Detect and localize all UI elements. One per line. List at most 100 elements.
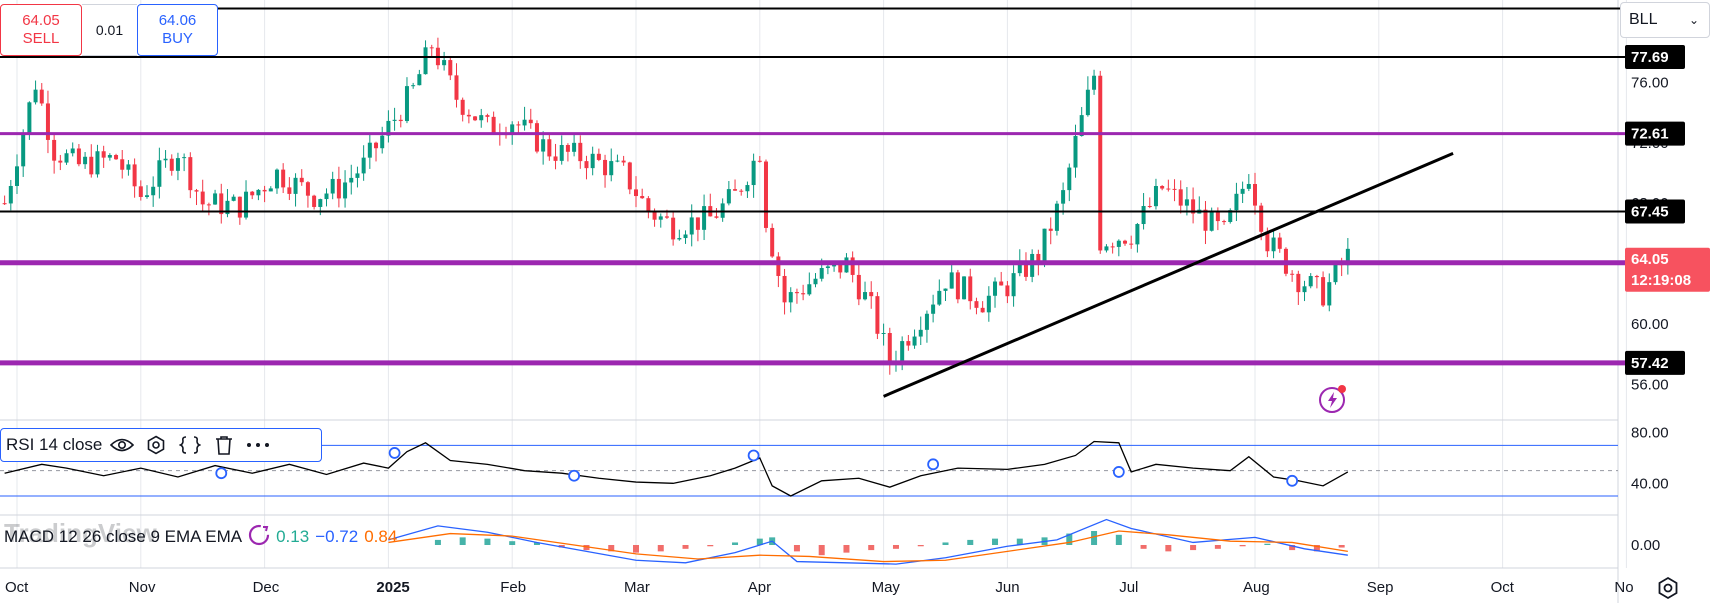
candle-body[interactable] bbox=[442, 60, 447, 66]
candle-body[interactable] bbox=[1042, 228, 1047, 263]
candle-body[interactable] bbox=[1296, 273, 1301, 293]
candle-body[interactable] bbox=[863, 292, 868, 300]
candle-body[interactable] bbox=[813, 278, 818, 285]
candle-body[interactable] bbox=[788, 292, 793, 303]
candle-body[interactable] bbox=[423, 47, 428, 75]
candle-body[interactable] bbox=[541, 139, 546, 152]
candle-body[interactable] bbox=[39, 89, 44, 104]
candle-body[interactable] bbox=[609, 161, 614, 176]
candle-body[interactable] bbox=[652, 211, 657, 220]
candle-body[interactable] bbox=[553, 156, 558, 161]
more-icon[interactable] bbox=[244, 431, 272, 459]
candle-body[interactable] bbox=[169, 158, 174, 171]
candle-body[interactable] bbox=[1259, 205, 1264, 232]
candle-body[interactable] bbox=[931, 304, 936, 314]
candle-body[interactable] bbox=[695, 217, 700, 230]
candle-body[interactable] bbox=[1290, 273, 1295, 275]
candle-body[interactable] bbox=[1048, 228, 1053, 231]
candle-body[interactable] bbox=[107, 155, 112, 158]
candle-body[interactable] bbox=[751, 160, 756, 186]
candle-body[interactable] bbox=[596, 153, 601, 160]
candle-body[interactable] bbox=[58, 160, 63, 163]
candle-body[interactable] bbox=[980, 307, 985, 313]
candle-body[interactable] bbox=[1215, 211, 1220, 222]
candle-body[interactable] bbox=[8, 185, 13, 204]
candle-body[interactable] bbox=[349, 177, 354, 183]
candle-body[interactable] bbox=[1166, 188, 1171, 190]
candle-body[interactable] bbox=[1178, 189, 1183, 206]
candle-body[interactable] bbox=[1011, 273, 1016, 297]
rsi-marker[interactable] bbox=[388, 447, 401, 459]
rsi-marker[interactable] bbox=[1112, 466, 1125, 478]
candle-body[interactable] bbox=[825, 266, 830, 269]
macd-pane[interactable] bbox=[388, 518, 1348, 565]
candle-body[interactable] bbox=[794, 292, 799, 294]
candle-body[interactable] bbox=[1123, 240, 1128, 244]
candle-body[interactable] bbox=[918, 329, 923, 337]
candle-body[interactable] bbox=[1308, 276, 1313, 287]
candle-body[interactable] bbox=[850, 257, 855, 275]
candle-body[interactable] bbox=[1184, 199, 1189, 206]
candle-body[interactable] bbox=[188, 157, 193, 191]
candle-body[interactable] bbox=[1141, 206, 1146, 225]
candle-body[interactable] bbox=[398, 119, 403, 122]
candle-body[interactable] bbox=[83, 156, 88, 165]
candle-body[interactable] bbox=[1203, 209, 1208, 231]
candle-body[interactable] bbox=[101, 151, 106, 158]
candle-body[interactable] bbox=[702, 206, 707, 230]
sell-button[interactable]: 64.05 SELL bbox=[0, 4, 82, 56]
candle-body[interactable] bbox=[237, 196, 242, 218]
candle-body[interactable] bbox=[590, 153, 595, 169]
symbol-dropdown[interactable]: BLL ⌄ bbox=[1620, 2, 1710, 38]
candle-body[interactable] bbox=[21, 133, 26, 167]
candle-body[interactable] bbox=[714, 216, 719, 218]
candle-body[interactable] bbox=[763, 161, 768, 228]
candle-body[interactable] bbox=[200, 191, 205, 205]
rsi-marker[interactable] bbox=[927, 458, 940, 471]
candle-body[interactable] bbox=[689, 217, 694, 235]
candle-body[interactable] bbox=[473, 116, 478, 121]
candle-body[interactable] bbox=[485, 115, 490, 117]
candle-body[interactable] bbox=[144, 195, 149, 197]
candle-body[interactable] bbox=[281, 169, 286, 188]
candle-body[interactable] bbox=[163, 158, 168, 161]
candle-body[interactable] bbox=[1277, 237, 1282, 249]
candle-body[interactable] bbox=[64, 153, 69, 163]
candle-body[interactable] bbox=[615, 160, 620, 162]
candle-body[interactable] bbox=[1129, 243, 1134, 245]
macd-line[interactable] bbox=[388, 518, 1348, 565]
candle-body[interactable] bbox=[268, 188, 273, 192]
candle-body[interactable] bbox=[1321, 277, 1326, 306]
candle-body[interactable] bbox=[621, 160, 626, 163]
candle-body[interactable] bbox=[1253, 183, 1257, 206]
candle-body[interactable] bbox=[1098, 75, 1103, 251]
candle-body[interactable] bbox=[324, 193, 329, 200]
candle-body[interactable] bbox=[293, 177, 298, 194]
candle-body[interactable] bbox=[646, 198, 651, 212]
candle-body[interactable] bbox=[1104, 246, 1109, 251]
candle-body[interactable] bbox=[949, 272, 954, 289]
candle-body[interactable] bbox=[547, 139, 552, 157]
candle-body[interactable] bbox=[132, 164, 137, 187]
candle-body[interactable] bbox=[175, 158, 180, 171]
candle-body[interactable] bbox=[937, 290, 942, 305]
candle-body[interactable] bbox=[658, 216, 663, 220]
candle-body[interactable] bbox=[900, 341, 905, 362]
candle-body[interactable] bbox=[491, 116, 496, 134]
candle-body[interactable] bbox=[807, 284, 812, 295]
candle-body[interactable] bbox=[206, 204, 211, 206]
candle-body[interactable] bbox=[683, 234, 688, 239]
candle-body[interactable] bbox=[213, 193, 218, 205]
candle-body[interactable] bbox=[534, 123, 539, 152]
buy-button[interactable]: 64.06 BUY bbox=[137, 4, 218, 56]
candle-body[interactable] bbox=[603, 159, 608, 176]
candle-body[interactable] bbox=[479, 115, 484, 121]
candle-body[interactable] bbox=[782, 275, 787, 303]
candle-body[interactable] bbox=[677, 238, 682, 240]
candle-body[interactable] bbox=[1153, 186, 1158, 207]
candle-body[interactable] bbox=[1073, 136, 1078, 168]
candle-body[interactable] bbox=[454, 75, 459, 100]
candle-body[interactable] bbox=[757, 160, 762, 162]
code-braces-icon[interactable] bbox=[176, 431, 204, 459]
rsi-legend[interactable]: RSI 14 close bbox=[0, 428, 322, 462]
